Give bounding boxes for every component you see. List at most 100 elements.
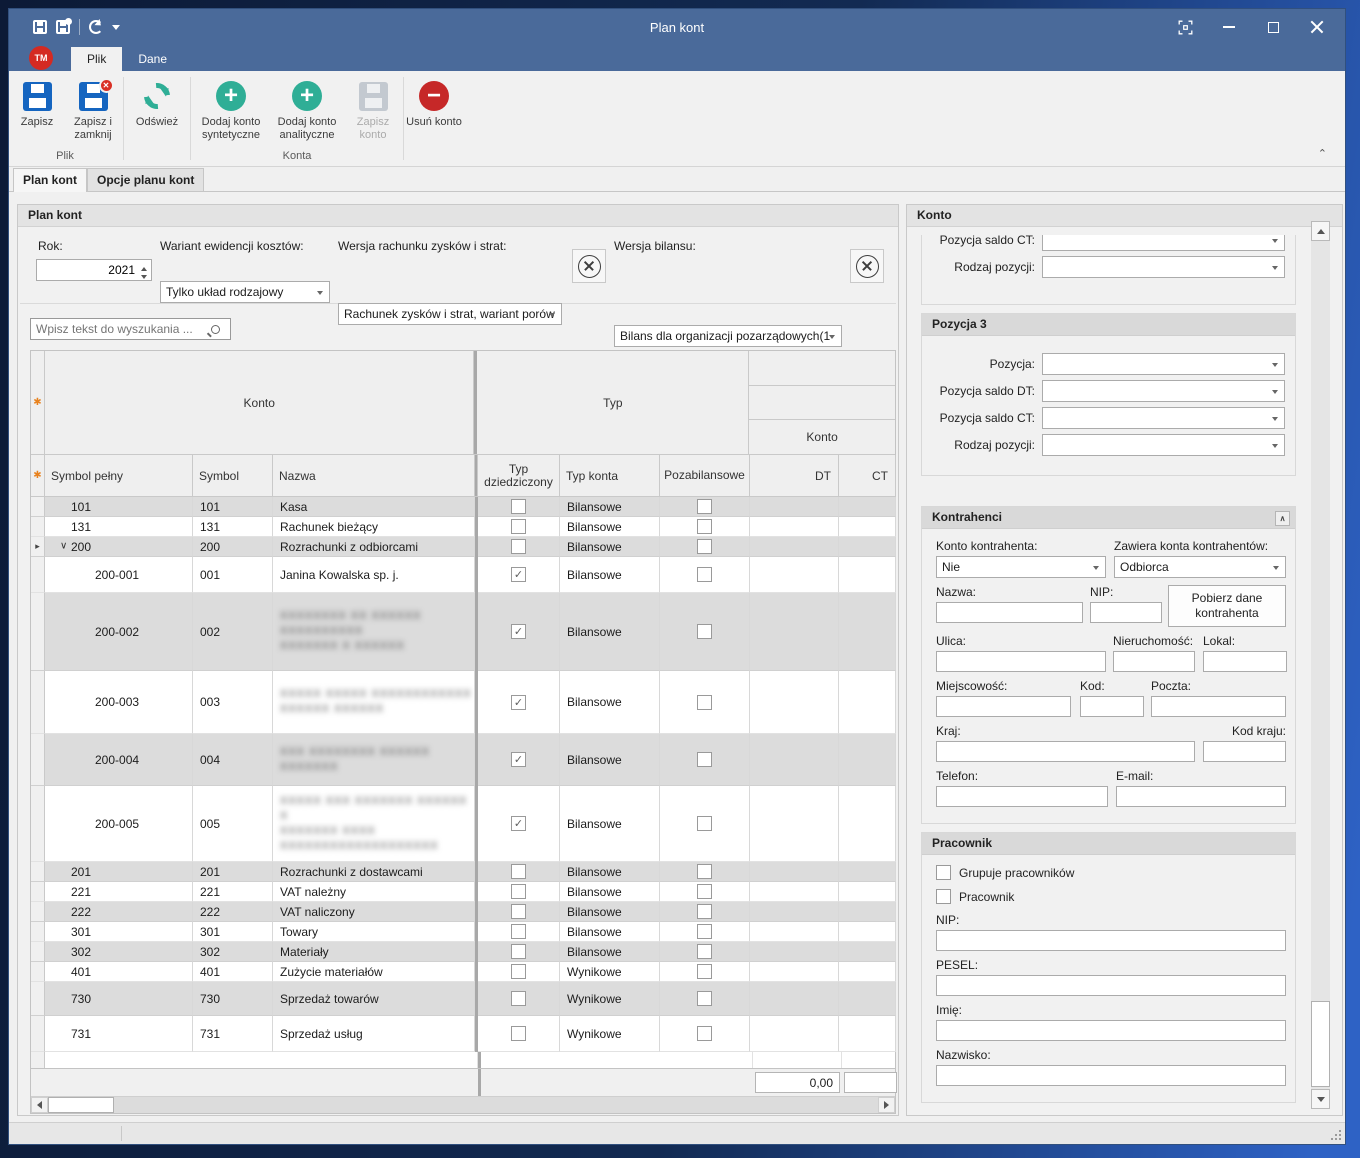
- pozabilansowe-checkbox[interactable]: [697, 567, 712, 582]
- wersja-rzis-combo[interactable]: Rachunek zysków i strat, wariant porów: [338, 303, 562, 325]
- rok-input[interactable]: [38, 261, 135, 279]
- pozabilansowe-checkbox[interactable]: [697, 624, 712, 639]
- imie-input[interactable]: [936, 1020, 1286, 1041]
- scroll-right-button[interactable]: [878, 1097, 895, 1113]
- wersja-bilansu-combo[interactable]: Bilans dla organizacji pozarządowych(1: [614, 325, 842, 347]
- typ-dziedziczony-checkbox[interactable]: [511, 964, 526, 979]
- grupuje-pracownikow-checkbox[interactable]: [936, 865, 951, 880]
- kod-kraju-input[interactable]: [1203, 741, 1286, 762]
- band-typ[interactable]: Typ: [477, 351, 749, 455]
- typ-dziedziczony-checkbox[interactable]: [511, 884, 526, 899]
- col-typ-dziedziczony[interactable]: Typ dziedziczony: [478, 455, 560, 497]
- email-input[interactable]: [1116, 786, 1286, 807]
- typ-dziedziczony-checkbox[interactable]: ✓: [511, 695, 526, 710]
- typ-dziedziczony-checkbox[interactable]: ✓: [511, 816, 526, 831]
- col-pozabilansowe[interactable]: Pozabilansowe: [660, 455, 750, 497]
- pozabilansowe-checkbox[interactable]: [697, 944, 712, 959]
- grid-row-101[interactable]: 101101KasaBilansowe: [31, 497, 895, 517]
- zapisz-button[interactable]: Zapisz: [9, 76, 65, 129]
- vertical-scrollbar[interactable]: [1311, 221, 1330, 1109]
- zapisz-i-zamknij-button[interactable]: ✕ Zapisz i zamknij: [65, 76, 121, 142]
- pobierz-dane-button[interactable]: Pobierz dane kontrahenta: [1168, 585, 1286, 627]
- nieruchomosc-input[interactable]: [1113, 651, 1195, 672]
- typ-dziedziczony-checkbox[interactable]: [511, 864, 526, 879]
- nazwisko-input[interactable]: [936, 1065, 1286, 1086]
- lokal-input[interactable]: [1203, 651, 1287, 672]
- pozabilansowe-checkbox[interactable]: [697, 1026, 712, 1041]
- resize-grip-icon[interactable]: [1330, 1129, 1342, 1141]
- pozabilansowe-checkbox[interactable]: [697, 519, 712, 534]
- minimize-button[interactable]: [1207, 9, 1251, 45]
- rodzaj-pozycji-combo[interactable]: [1042, 434, 1285, 456]
- pozycja-saldo-ct-combo[interactable]: [1042, 407, 1285, 429]
- refresh-icon[interactable]: [89, 20, 103, 34]
- miejscowosc-input[interactable]: [936, 696, 1071, 717]
- grid-row-200[interactable]: ▸∨200200Rozrachunki z odbiorcamiBilansow…: [31, 537, 895, 557]
- dodaj-konto-analityczne-button[interactable]: + Dodaj konto analityczne: [269, 76, 345, 142]
- grid-row-200-003[interactable]: 200-003003XXXXX XXXXX XXXXXXXXXXXXXXXXXX…: [31, 671, 895, 734]
- clear-bilans-button[interactable]: [850, 249, 884, 283]
- grid-row-200-001[interactable]: 200-001001Janina Kowalska sp. j.✓Bilanso…: [31, 557, 895, 593]
- col-symbol[interactable]: Symbol: [193, 455, 273, 497]
- pozycja-combo[interactable]: [1042, 353, 1285, 375]
- focus-mode-button[interactable]: [1163, 9, 1207, 45]
- typ-dziedziczony-checkbox[interactable]: [511, 499, 526, 514]
- typ-dziedziczony-checkbox[interactable]: [511, 1026, 526, 1041]
- spinner-arrows-icon[interactable]: [141, 264, 147, 282]
- typ-dziedziczony-checkbox[interactable]: [511, 519, 526, 534]
- grid-row-200-004[interactable]: 200-004004XXX XXXXXXXX XXXXXX XXXXXXX✓Bi…: [31, 734, 895, 786]
- search-icon[interactable]: [211, 325, 220, 334]
- pozabilansowe-checkbox[interactable]: [697, 924, 712, 939]
- rok-spinner[interactable]: [36, 259, 152, 281]
- col-dt[interactable]: DT: [750, 455, 839, 497]
- dodaj-konto-syntetyczne-button[interactable]: + Dodaj konto syntetyczne: [193, 76, 269, 142]
- search-box[interactable]: [30, 318, 231, 340]
- pozycja-saldo-ct-combo[interactable]: [1042, 235, 1285, 251]
- pozabilansowe-checkbox[interactable]: [697, 752, 712, 767]
- odswiez-button[interactable]: Odśwież: [126, 76, 188, 129]
- ribbon-tab-plik[interactable]: Plik: [71, 47, 122, 71]
- pozabilansowe-checkbox[interactable]: [697, 816, 712, 831]
- pozycja-saldo-dt-combo[interactable]: [1042, 380, 1285, 402]
- caret-down-icon[interactable]: [112, 25, 120, 34]
- typ-dziedziczony-checkbox[interactable]: ✓: [511, 624, 526, 639]
- kraj-input[interactable]: [936, 741, 1195, 762]
- typ-dziedziczony-checkbox[interactable]: ✓: [511, 567, 526, 582]
- close-button[interactable]: [1295, 9, 1339, 45]
- ulica-input[interactable]: [936, 651, 1106, 672]
- horizontal-scrollbar[interactable]: [31, 1096, 895, 1113]
- scroll-up-button[interactable]: [1311, 221, 1330, 241]
- grid-row-200-002[interactable]: 200-002002XXXXXXXX XX XXXXXX XXXXXXXXXXX…: [31, 593, 895, 671]
- grid-row-731[interactable]: 731731Sprzedaż usługWynikowe: [31, 1016, 895, 1052]
- wariant-combo[interactable]: Tylko układ rodzajowy: [160, 281, 330, 303]
- col-ct[interactable]: CT: [839, 455, 896, 497]
- scroll-left-button[interactable]: [31, 1097, 48, 1113]
- col-typ-konta[interactable]: Typ konta: [560, 455, 660, 497]
- pozabilansowe-checkbox[interactable]: [697, 499, 712, 514]
- pracownik-checkbox[interactable]: [936, 889, 951, 904]
- collapse-chevron-icon[interactable]: ∨: [60, 540, 67, 551]
- tab-plan-kont[interactable]: Plan kont: [13, 168, 87, 192]
- col-symbol-pelny[interactable]: Symbol pełny: [45, 455, 193, 497]
- scroll-down-button[interactable]: [1311, 1089, 1330, 1109]
- poczta-input[interactable]: [1151, 696, 1286, 717]
- typ-dziedziczony-checkbox[interactable]: [511, 539, 526, 554]
- kod-input[interactable]: [1080, 696, 1144, 717]
- pracownik-nip-input[interactable]: [936, 930, 1286, 951]
- grid-row-302[interactable]: 302302MateriałyBilansowe: [31, 942, 895, 962]
- col-nazwa[interactable]: Nazwa: [273, 455, 475, 497]
- collapse-chevron-icon[interactable]: ∧: [1275, 511, 1290, 526]
- typ-dziedziczony-checkbox[interactable]: [511, 991, 526, 1006]
- scrollbar-thumb[interactable]: [1311, 1001, 1330, 1087]
- zawiera-konta-combo[interactable]: Odbiorca: [1114, 556, 1286, 578]
- pozabilansowe-checkbox[interactable]: [697, 695, 712, 710]
- typ-dziedziczony-checkbox[interactable]: ✓: [511, 752, 526, 767]
- konto-kontrahenta-combo[interactable]: Nie: [936, 556, 1106, 578]
- grid-row-201[interactable]: 201201Rozrachunki z dostawcamiBilansowe: [31, 862, 895, 882]
- typ-dziedziczony-checkbox[interactable]: [511, 944, 526, 959]
- band-konto[interactable]: Konto: [45, 351, 475, 455]
- clear-rzis-button[interactable]: [572, 249, 606, 283]
- grid-row-401[interactable]: 401401Zużycie materiałówWynikowe: [31, 962, 895, 982]
- grid-row-222[interactable]: 222222VAT naliczonyBilansowe: [31, 902, 895, 922]
- search-input[interactable]: [31, 322, 211, 336]
